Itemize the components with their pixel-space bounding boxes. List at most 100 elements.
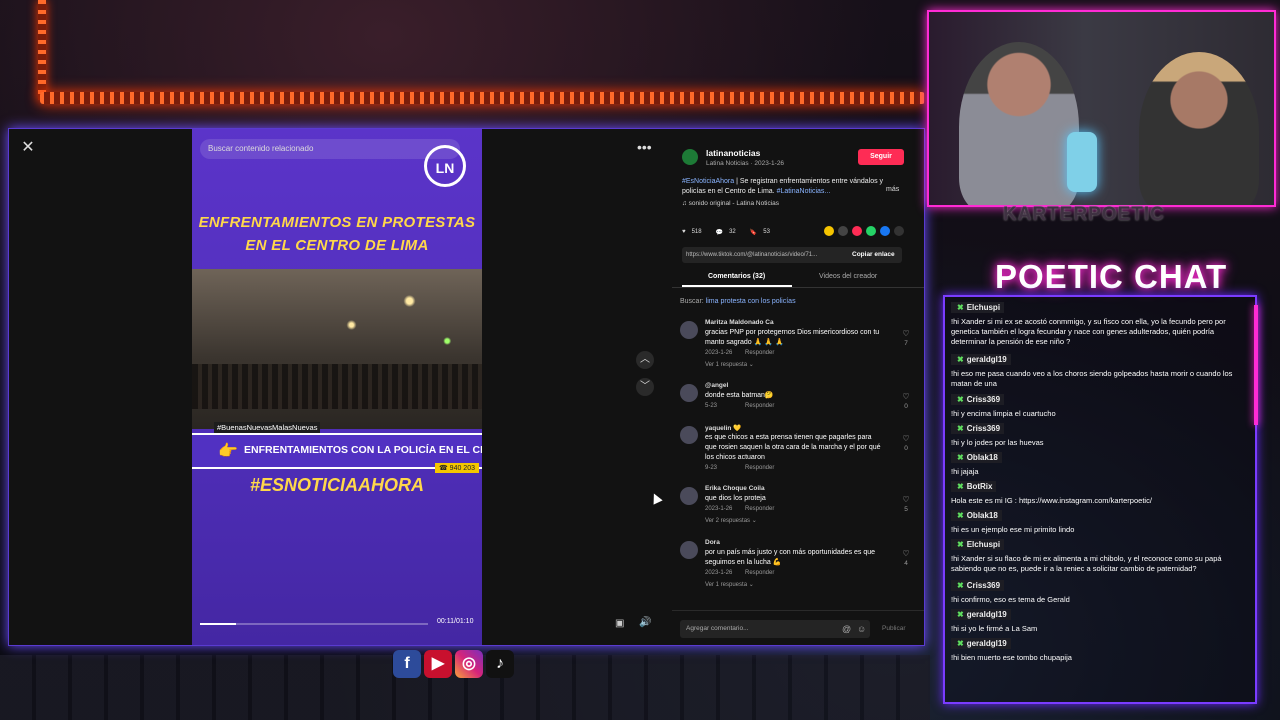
commenter-name[interactable]: Erika Choque Coila bbox=[705, 485, 765, 492]
video-headline-2: EN EL CENTRO DE LIMA bbox=[245, 237, 429, 254]
commenter-avatar[interactable] bbox=[680, 426, 698, 444]
video-time: 00:11/01:10 bbox=[437, 618, 474, 625]
follow-button[interactable]: Seguir bbox=[858, 149, 904, 165]
reply-link[interactable]: Responder bbox=[745, 570, 774, 576]
close-icon[interactable]: ✕ bbox=[19, 139, 37, 157]
more-link[interactable]: más bbox=[886, 186, 899, 193]
reply-link[interactable]: Responder bbox=[745, 465, 774, 471]
commenter-avatar[interactable] bbox=[680, 487, 698, 505]
chat-username: ✖ Criss369 bbox=[951, 580, 1005, 591]
mention-icon[interactable]: @ bbox=[842, 620, 851, 638]
heart-icon[interactable]: ♡ bbox=[900, 392, 912, 401]
video-hashtag: #ESNOTICIAAHORA bbox=[249, 475, 424, 495]
tiktok-viewer: ✕ Buscar contenido relacionado LN ENFREN… bbox=[8, 128, 925, 646]
tab-creator-videos[interactable]: Videos del creador bbox=[819, 273, 877, 280]
whatsapp-icon[interactable] bbox=[866, 226, 876, 236]
send-icon[interactable] bbox=[852, 226, 862, 236]
chat-message: ✖ geraldgl19 !hi eso me pasa cuando veo a… bbox=[951, 349, 1241, 389]
search-term[interactable]: lima protesta con los policías bbox=[706, 298, 796, 305]
chat-username: ✖ Oblak18 bbox=[951, 510, 1002, 521]
heart-icon[interactable]: ♡ bbox=[900, 434, 912, 443]
account-name[interactable]: latinanoticias bbox=[706, 148, 760, 158]
commenter-name[interactable]: @angel bbox=[705, 382, 728, 389]
comment-date: 5-23 bbox=[705, 403, 718, 409]
reply-link[interactable]: Responder bbox=[745, 506, 774, 512]
next-video-icon[interactable]: ﹀ bbox=[636, 378, 654, 396]
music-label[interactable]: ♫ sonido original - Latina Noticias bbox=[682, 200, 779, 207]
volume-icon[interactable]: 🔊 bbox=[639, 617, 651, 628]
comments-count: 32 bbox=[729, 229, 736, 235]
heart-icon[interactable]: ♥ bbox=[682, 229, 686, 235]
view-replies-link[interactable]: Ver 1 respuesta ⌄ bbox=[705, 361, 754, 368]
reply-link[interactable]: Responder bbox=[745, 403, 774, 409]
embed-icon[interactable] bbox=[838, 226, 848, 236]
led-strip bbox=[40, 92, 925, 104]
desc-hashtag-2[interactable]: #LatinaNoticias... bbox=[777, 188, 831, 195]
user-badge-icon: ✖ bbox=[957, 453, 964, 462]
video-hashtag-tag: #BuenasNuevasMalasNuevas bbox=[214, 422, 321, 433]
commenter-avatar[interactable] bbox=[680, 384, 698, 402]
video-player[interactable]: Buscar contenido relacionado LN ENFRENTA… bbox=[192, 129, 482, 645]
heart-icon[interactable]: ♡ bbox=[900, 549, 912, 558]
progress-fill bbox=[200, 623, 237, 625]
emoji-icon[interactable]: ☺ bbox=[857, 620, 866, 638]
chat-title: POETIC CHAT bbox=[995, 258, 1228, 295]
commenter-avatar[interactable] bbox=[680, 321, 698, 339]
chat-username: ✖ Oblak18 bbox=[951, 452, 1002, 463]
user-badge-icon: ✖ bbox=[957, 639, 964, 648]
chat-message: ✖ geraldgl19 !hi bien muerto ese tombo ch… bbox=[951, 633, 1241, 663]
publish-button[interactable]: Publicar bbox=[882, 620, 905, 638]
comment-icon[interactable]: 💬 bbox=[716, 229, 723, 236]
video-progress-bar[interactable] bbox=[200, 623, 428, 625]
more-options-icon[interactable]: ••• bbox=[637, 139, 652, 155]
desc-hashtag-1[interactable]: #EsNoticiaAhora bbox=[682, 178, 734, 185]
microphone-icon bbox=[1067, 132, 1097, 192]
view-replies-link[interactable]: Ver 2 respuestas ⌄ bbox=[705, 517, 757, 524]
related-search-input[interactable]: Buscar contenido relacionado bbox=[200, 139, 460, 159]
chat-text: !hi bien muerto ese tombo chupapija bbox=[951, 653, 1072, 662]
chat-username: ✖ geraldgl19 bbox=[951, 609, 1011, 620]
commenter-name[interactable]: Dora bbox=[705, 539, 720, 546]
chat-username-text: Oblak18 bbox=[966, 511, 998, 520]
video-crowd bbox=[192, 364, 482, 409]
heart-icon[interactable]: ♡ bbox=[900, 329, 912, 338]
chat-username: ✖ Criss369 bbox=[951, 423, 1005, 434]
account-avatar[interactable] bbox=[682, 149, 698, 165]
commenter-avatar[interactable] bbox=[680, 541, 698, 559]
share-icon[interactable] bbox=[894, 226, 904, 236]
comment-like-count: 4 bbox=[904, 560, 908, 567]
chat-message: ✖ geraldgl19 !hi si yo le firmé a La Sam bbox=[951, 604, 1241, 634]
chat-username-text: Criss369 bbox=[966, 395, 1001, 404]
share-coin-icon[interactable] bbox=[824, 226, 834, 236]
streamer-name: KARTERPOETIC bbox=[1003, 204, 1165, 225]
view-replies-link[interactable]: Ver 1 respuesta ⌄ bbox=[705, 581, 754, 588]
video-phone: ☎ 940 203 bbox=[435, 463, 479, 473]
comment-date: 2023-1-26 bbox=[705, 506, 733, 512]
user-badge-icon: ✖ bbox=[957, 581, 964, 590]
comment-like-count: 7 bbox=[904, 340, 908, 347]
user-badge-icon: ✖ bbox=[957, 303, 964, 312]
comment-tabs: Comentarios (32) Videos del creador bbox=[672, 269, 924, 288]
commenter-name[interactable]: Maritza Maldonado Ca bbox=[705, 319, 774, 326]
comment-like-count: 5 bbox=[904, 506, 908, 513]
bookmark-icon[interactable]: 🔖 bbox=[750, 229, 757, 236]
pip-icon[interactable]: ▣ bbox=[615, 618, 624, 629]
user-badge-icon: ✖ bbox=[957, 482, 964, 491]
commenter-name[interactable]: yaquelin 💛 bbox=[705, 424, 741, 432]
facebook-icon[interactable] bbox=[880, 226, 890, 236]
chat-username-text: BotRix bbox=[966, 482, 993, 491]
previous-video-icon[interactable]: ︿ bbox=[636, 351, 654, 369]
tab-comments[interactable]: Comentarios (32) bbox=[708, 273, 765, 280]
chat-username: ✖ geraldgl19 bbox=[951, 638, 1011, 649]
comment-like-count: 0 bbox=[904, 403, 908, 410]
reply-link[interactable]: Responder bbox=[745, 350, 774, 356]
add-comment-bar: Agregar comentario... @ ☺ Publicar bbox=[672, 610, 924, 645]
chat-message: ✖ Elchuspi !hi Xander si su flaco de mi e… bbox=[951, 534, 1241, 574]
video-headline-1: ENFRENTAMIENTOS EN PROTESTAS bbox=[198, 214, 476, 231]
heart-icon[interactable]: ♡ bbox=[900, 495, 912, 504]
copy-link-button[interactable]: Copiar enlace bbox=[852, 247, 895, 263]
channel-logo: LN bbox=[424, 145, 466, 187]
user-badge-icon: ✖ bbox=[957, 511, 964, 520]
chat-text: !hi Xander si su flaco de mi ex alimenta… bbox=[951, 554, 1222, 573]
search-suggestion[interactable]: Buscar: lima protesta con los policías bbox=[680, 298, 796, 305]
